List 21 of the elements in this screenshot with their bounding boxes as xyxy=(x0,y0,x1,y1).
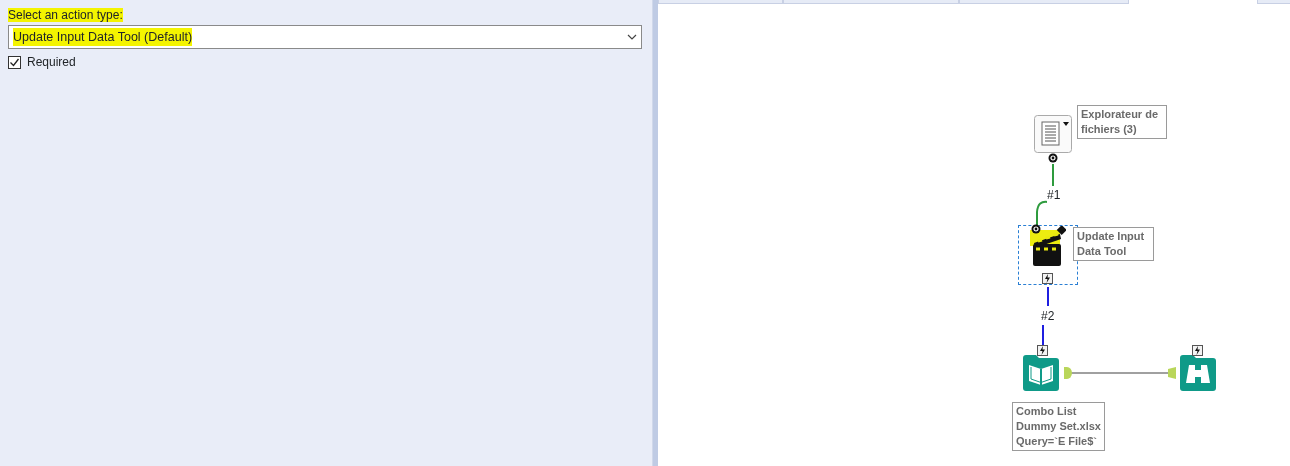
dropdown-value: Update Input Data Tool (Default) xyxy=(13,27,193,47)
lightning-anchor-icon xyxy=(1192,345,1203,356)
tool-annotation: Explorateur de fichiers (3) xyxy=(1077,105,1167,139)
chevron-icon xyxy=(627,34,637,40)
document-icon[interactable] xyxy=(1034,115,1072,153)
output-anchor-icon xyxy=(1064,367,1072,379)
binoculars-icon[interactable] xyxy=(1180,355,1216,391)
input-anchor-icon xyxy=(1168,367,1176,379)
book-icon[interactable] xyxy=(1023,355,1059,391)
lightning-anchor-icon xyxy=(1037,345,1048,356)
q-anchor-icon xyxy=(1048,153,1058,163)
tool-annotation: Combo List Dummy Set.xlsx Query=`E File$` xyxy=(1012,402,1105,451)
action-type-dropdown[interactable]: Update Input Data Tool (Default) xyxy=(8,25,642,49)
q-anchor-icon xyxy=(1031,224,1041,234)
required-checkbox[interactable] xyxy=(8,55,21,69)
lightning-anchor-icon xyxy=(1042,273,1053,284)
clapperboard-icon[interactable] xyxy=(1030,226,1066,268)
tool-annotation: Update Input Data Tool xyxy=(1073,227,1154,261)
required-label: Required xyxy=(27,54,76,71)
field-label: Select an action type: xyxy=(8,8,123,22)
connection-label: #1 xyxy=(1047,186,1061,204)
